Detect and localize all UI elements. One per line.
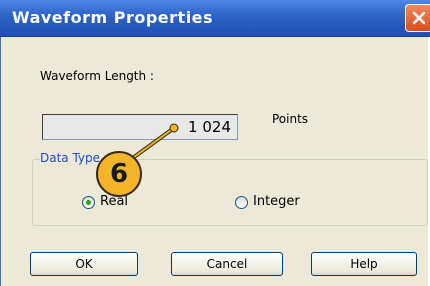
- callout-number-badge: 6: [96, 151, 142, 197]
- callout-leader-line: [128, 123, 179, 162]
